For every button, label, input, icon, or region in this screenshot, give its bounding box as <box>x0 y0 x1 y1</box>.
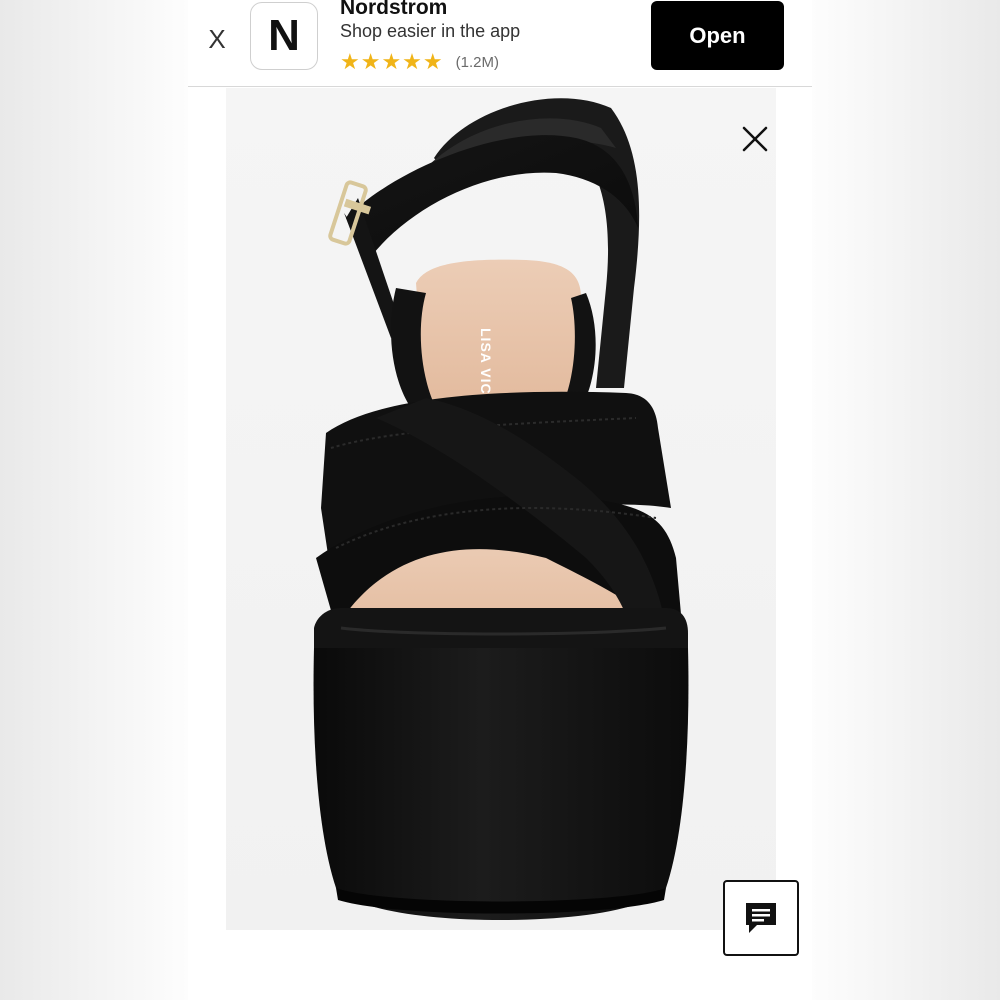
app-logo-letter: N <box>268 11 300 60</box>
app-tagline: Shop easier in the app <box>340 21 521 41</box>
chat-icon <box>746 903 776 933</box>
rating-count: (1.2M) <box>455 53 499 71</box>
open-app-button[interactable]: Open <box>651 1 784 70</box>
close-icon[interactable] <box>740 124 770 154</box>
chat-button[interactable] <box>723 880 799 956</box>
nordstrom-app-logo: N <box>250 2 318 70</box>
mobile-viewport: X N Nordstrom Shop easier in the app ★★★… <box>188 0 812 1000</box>
app-name: Nordstrom <box>340 0 448 19</box>
page: X N Nordstrom Shop easier in the app ★★★… <box>0 0 1000 1000</box>
banner-dismiss-button[interactable]: X <box>204 22 230 56</box>
product-image[interactable]: LISA VICKY <box>226 88 776 930</box>
app-banner: X N Nordstrom Shop easier in the app ★★★… <box>188 0 812 87</box>
product-image-viewer: LISA VICKY <box>226 88 776 930</box>
star-rating-icon: ★★★★★ <box>340 49 444 74</box>
app-rating: ★★★★★ (1.2M) <box>340 50 499 74</box>
